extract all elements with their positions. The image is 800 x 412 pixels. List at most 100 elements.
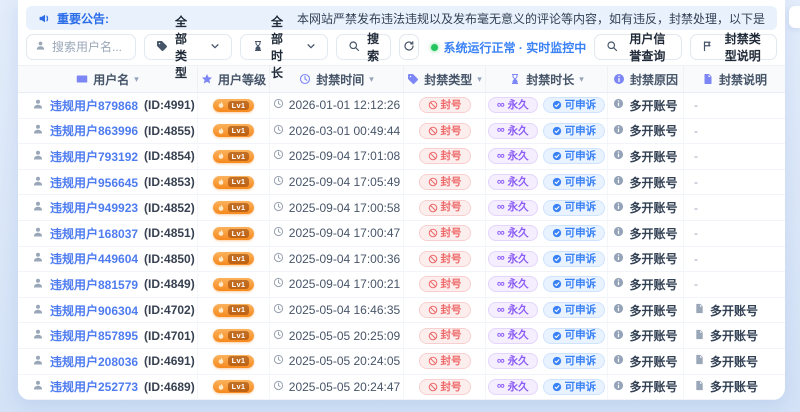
username-link[interactable]: 违规用户208036 [50, 353, 138, 370]
infinity-icon: ∞ [496, 303, 505, 316]
user-avatar-icon [32, 379, 44, 394]
search-input[interactable] [52, 40, 127, 54]
col-header-ban-type[interactable]: 封禁类型 ▾ [403, 66, 485, 92]
infinity-icon: ∞ [496, 252, 505, 265]
ban-reason-cell: 多开账号 [607, 93, 683, 118]
flame-icon [217, 280, 225, 288]
prohibit-icon [428, 356, 438, 366]
username-cell: 违规用户857895 (ID:4701) [18, 323, 197, 348]
col-header-label: 封禁时间 [316, 72, 365, 87]
ban-reason-text: 多开账号 [629, 329, 678, 344]
table-row: 违规用户881579 (ID:4849) Lv1 2025-09-04 17:00:2… [18, 272, 785, 298]
ban-duration-badge: ∞ 永久 [487, 148, 538, 165]
level-cell: Lv1 [197, 169, 269, 195]
ban-type-badge: 封号 [418, 199, 471, 216]
ban-type-cell: 封号 [403, 220, 485, 246]
col-header-username[interactable]: 用户名 ▾ [18, 66, 197, 92]
user-level-badge: Lv1 [212, 303, 255, 317]
ban-time: 2025-09-04 17:00:36 [288, 251, 401, 266]
clock-icon [273, 303, 284, 317]
username-link[interactable]: 违规用户881579 [50, 276, 138, 293]
username-link[interactable]: 违规用户857895 [50, 327, 138, 344]
user-level-badge: Lv1 [212, 380, 255, 394]
ban-type-help-button[interactable]: 封禁类型说明 [689, 32, 777, 63]
appeal-badge: 可申诉 [542, 225, 606, 242]
check-circle-icon [552, 126, 562, 136]
ban-duration-badge: ∞ 永久 [487, 199, 538, 216]
user-level-badge: Lv1 [212, 175, 255, 189]
appeal-badge: 可申诉 [542, 122, 606, 139]
username-cell: 违规用户208036 (ID:4691) [18, 349, 197, 374]
table-row: 违规用户168037 (ID:4851) Lv1 2025-09-04 17:00:4… [18, 220, 785, 247]
username-link[interactable]: 违规用户949923 [50, 199, 138, 216]
username-link[interactable]: 违规用户906304 [50, 302, 138, 319]
ban-time: 2025-05-05 20:24:47 [288, 379, 401, 394]
ban-type-cell: 封号 [403, 195, 485, 220]
ban-time: 2025-09-04 17:01:08 [288, 149, 401, 164]
ban-reason-cell: 多开账号 [607, 195, 683, 220]
ban-duration-badge: ∞ 永久 [487, 378, 538, 395]
user-avatar-icon [32, 98, 44, 113]
clock-icon [273, 380, 284, 394]
info-icon [613, 354, 624, 368]
username-link[interactable]: 违规用户879868 [50, 97, 138, 114]
ban-time: 2025-05-04 16:46:35 [288, 303, 401, 318]
ban-time-cell: 2025-09-04 17:05:49 [269, 169, 403, 195]
level-label: Lv1 [227, 330, 250, 341]
ban-reason-cell: 多开账号 [607, 348, 683, 374]
refresh-button[interactable] [399, 34, 419, 60]
ban-duration-badge: ∞ 永久 [487, 225, 538, 242]
ban-type-badge: 封号 [418, 148, 471, 165]
username-link[interactable]: 违规用户168037 [50, 225, 138, 242]
tag-icon [407, 73, 419, 85]
clock-icon [273, 354, 284, 368]
duration-filter-select[interactable]: 全部时长 [240, 15, 329, 80]
star-icon [201, 73, 213, 85]
infinity-icon: ∞ [496, 226, 505, 239]
ban-reason-cell: 多开账号 [607, 169, 683, 195]
ban-duration-badge: ∞ 永久 [487, 353, 538, 370]
clock-icon [273, 149, 284, 163]
ban-time: 2025-09-04 17:00:58 [288, 200, 401, 215]
ban-reason-text: 多开账号 [629, 303, 678, 318]
user-level-badge: Lv1 [212, 201, 255, 215]
check-circle-icon [552, 356, 562, 366]
level-label: Lv1 [227, 100, 250, 111]
type-filter-select[interactable]: 全部类型 [143, 15, 233, 80]
appeal-badge: 可申诉 [542, 276, 606, 293]
user-avatar-icon [32, 328, 44, 343]
col-header-ban-time[interactable]: 封禁时间 ▾ [269, 66, 403, 92]
username-link[interactable]: 违规用户449604 [50, 250, 138, 267]
flame-icon [217, 127, 225, 135]
appeal-badge: 可申诉 [542, 250, 606, 267]
ban-time: 2025-09-04 17:05:49 [288, 175, 401, 190]
prohibit-icon [428, 177, 438, 187]
ban-time-cell: 2026-01-01 12:12:26 [269, 93, 403, 118]
table-row: 违规用户879868 (ID:4991) Lv1 2026-01-01 12:12:2… [18, 93, 785, 119]
document-icon [694, 329, 705, 343]
ban-type-cell: 封号 [403, 323, 485, 348]
ban-note-empty: - [694, 149, 698, 164]
username-link[interactable]: 违规用户956645 [50, 174, 138, 191]
appeal-badge: 可申诉 [542, 302, 606, 319]
ban-type-badge: 封号 [418, 174, 471, 191]
reputation-query-button[interactable]: 用户信誉查询 [594, 32, 682, 63]
user-avatar-icon [32, 354, 44, 369]
username-link[interactable]: 违规用户863996 [50, 122, 138, 139]
col-header-ban-duration[interactable]: 封禁时长 ▾ [485, 66, 607, 92]
info-icon [613, 149, 624, 163]
user-id: (ID:4991) [144, 98, 195, 113]
user-id: (ID:4854) [144, 149, 195, 164]
search-button[interactable]: 搜索 [336, 32, 392, 63]
username-link[interactable]: 违规用户252773 [50, 378, 138, 395]
user-id: (ID:4855) [144, 123, 195, 138]
ban-duration-badge: ∞ 永久 [487, 174, 538, 191]
info-icon [613, 252, 624, 266]
flame-icon [217, 229, 225, 237]
search-box[interactable] [26, 34, 136, 60]
user-level-badge: Lv1 [212, 149, 255, 163]
flame-icon [217, 332, 225, 340]
username-link[interactable]: 违规用户793192 [50, 148, 138, 165]
ban-reason-text: 多开账号 [629, 149, 678, 164]
infinity-icon: ∞ [496, 201, 505, 214]
